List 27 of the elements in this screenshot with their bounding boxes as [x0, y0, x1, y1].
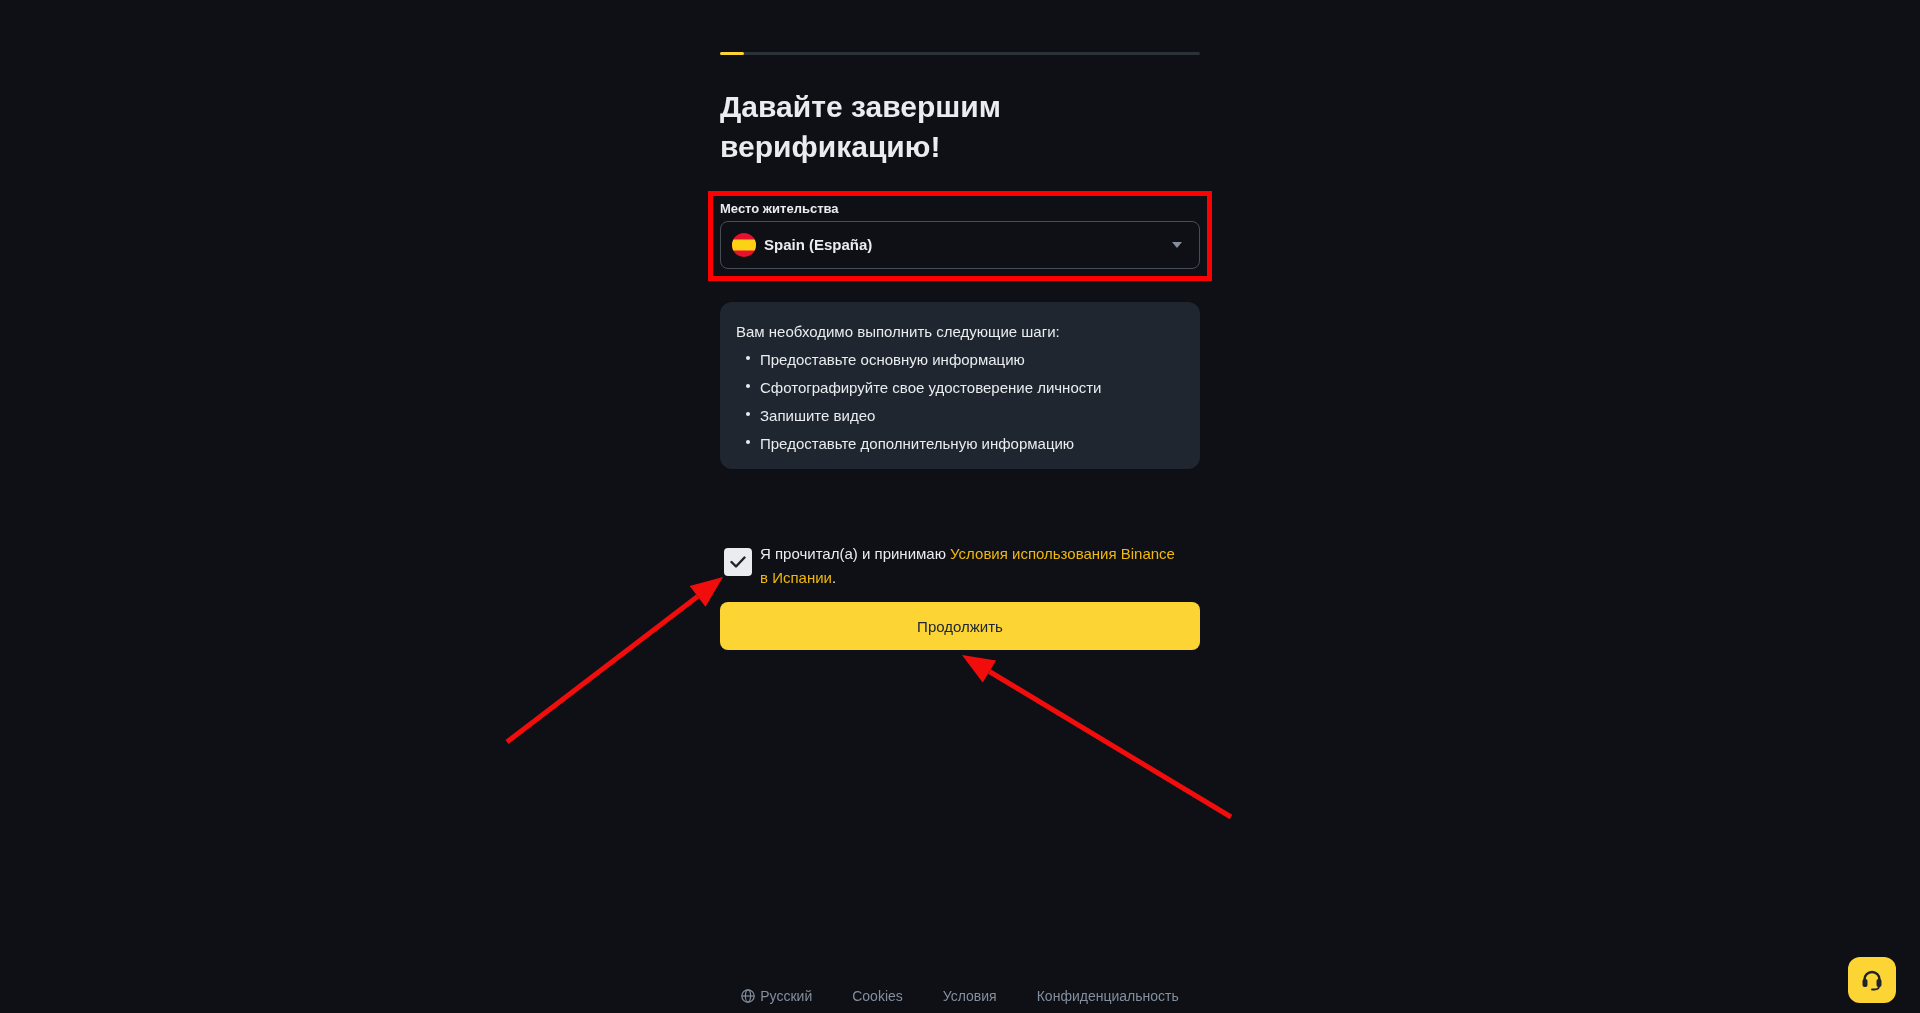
page-title: Давайте завершим верификацию! — [720, 89, 1002, 165]
step-item: Предоставьте дополнительную информацию — [760, 434, 1075, 454]
continue-button[interactable]: Продолжить — [720, 602, 1200, 650]
step-item: Запишите видео — [760, 406, 876, 426]
caret-icon — [1172, 242, 1182, 248]
checkbox[interactable] — [724, 548, 752, 576]
step-item: Предоставьте основную информацию — [760, 350, 1025, 370]
agreement-text: Я прочитал(а) и принимаю Условия использования Binance в Испании. — [760, 544, 1176, 588]
bullet-icon — [746, 383, 750, 388]
bullet-icon — [746, 355, 750, 360]
headset-icon — [1861, 969, 1883, 991]
country-select[interactable]: Spain (España) — [720, 221, 1200, 269]
footer-link[interactable]: Конфиденциальность — [1036, 986, 1179, 1006]
terms-link[interactable]: Условия использования Binance — [950, 545, 1175, 562]
field-label: Место жительства — [720, 200, 840, 218]
globe-icon — [741, 989, 756, 1003]
language-link[interactable]: Русский — [741, 986, 813, 1006]
support-button[interactable] — [1848, 957, 1896, 1003]
bullet-icon — [746, 439, 750, 444]
terms-link[interactable]: в Испании — [760, 569, 832, 586]
flag-icon — [732, 233, 756, 257]
steps-heading: Вам необходимо выполнить следующие шаги: — [736, 322, 1061, 342]
bullet-icon — [746, 411, 750, 416]
footer-link[interactable]: Cookies — [852, 986, 903, 1006]
footer-link[interactable]: Условия — [942, 986, 997, 1006]
check-icon — [730, 556, 746, 568]
step-item: Сфотографируйте свое удостоверение личности — [760, 378, 1102, 398]
